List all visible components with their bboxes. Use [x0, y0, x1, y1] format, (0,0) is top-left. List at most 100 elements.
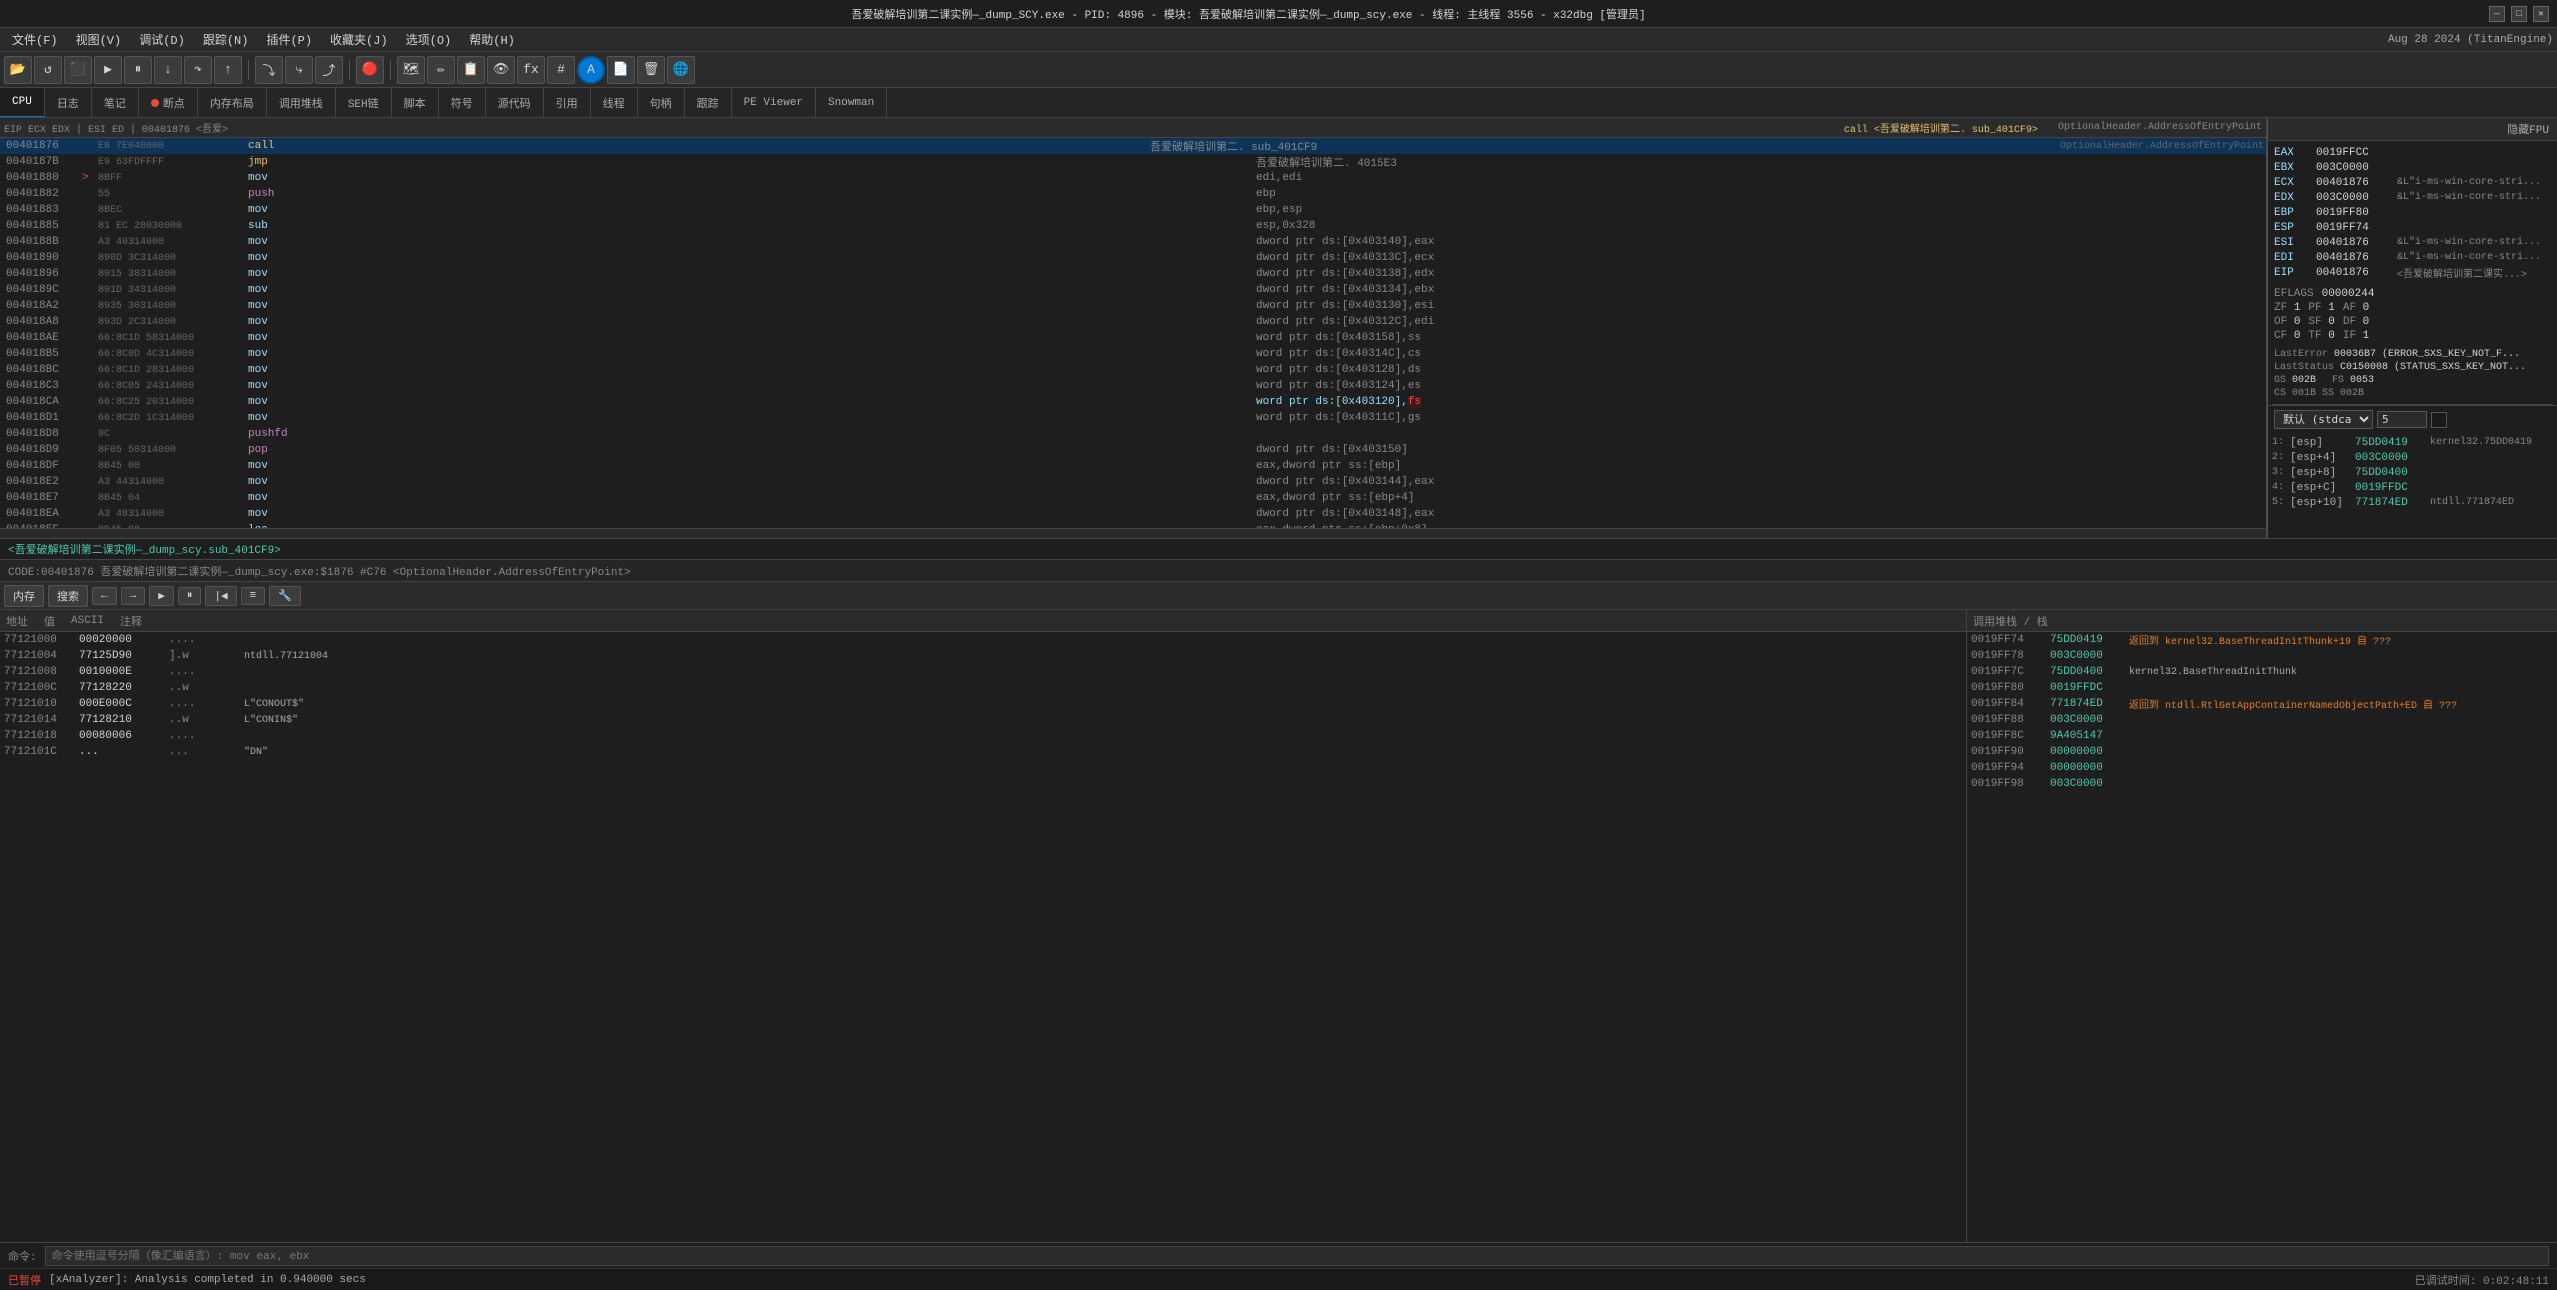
menu-help[interactable]: 帮助(H) [461, 29, 523, 50]
tab-cpu[interactable]: CPU [0, 88, 45, 118]
disasm-row[interactable]: 004018A2 8935 30314000 mov dword ptr ds:… [0, 298, 2266, 314]
stack-color-picker[interactable] [2431, 412, 2447, 428]
flag-sf[interactable]: SF 0 [2308, 316, 2334, 328]
menu-debug[interactable]: 调试(D) [131, 29, 193, 50]
flag-pf[interactable]: PF 1 [2308, 302, 2334, 314]
tab-ref[interactable]: 引用 [544, 88, 591, 118]
tool-hash[interactable]: # [547, 56, 575, 84]
disasm-row[interactable]: 0040188B A3 40314000 mov dword ptr ds:[0… [0, 234, 2266, 250]
disasm-row[interactable]: 004018C3 66:8C05 24314000 mov word ptr d… [0, 378, 2266, 394]
disasm-row[interactable]: 004018D1 66:8C2D 1C314000 mov word ptr d… [0, 410, 2266, 426]
disasm-row[interactable]: 0040187B E9 63FDFFFF jmp 吾爱破解培训第二. 4015E… [0, 154, 2266, 170]
menu-plugin[interactable]: 插件(P) [258, 29, 320, 50]
disasm-row[interactable]: 00401883 8BEC mov ebp,esp [0, 202, 2266, 218]
memory-row[interactable]: 77121018 00080006 .... [0, 728, 1966, 744]
flag-zf[interactable]: ZF 1 [2274, 302, 2300, 314]
tab-log[interactable]: 日志 [45, 88, 92, 118]
stack-type-select[interactable]: 默认 (stdca [2274, 410, 2373, 429]
stack-panel-row[interactable]: 0019FF98 003C0000 [1967, 776, 2557, 792]
tool-restart[interactable]: ↺ [34, 56, 62, 84]
menu-fav[interactable]: 收藏夹(J) [322, 29, 396, 50]
mem-tool-2[interactable]: 搜索 [48, 585, 88, 607]
disasm-row[interactable]: 004018D9 8F05 50314000 pop dword ptr ds:… [0, 442, 2266, 458]
disasm-row[interactable]: 004018A8 893D 2C314000 mov dword ptr ds:… [0, 314, 2266, 330]
disasm-row[interactable]: 004018DF 8B45 00 mov eax,dword ptr ss:[e… [0, 458, 2266, 474]
stack-val[interactable]: 75DD0419 [2355, 437, 2430, 449]
disasm-row[interactable]: 004018E2 A3 44314000 mov dword ptr ds:[0… [0, 474, 2266, 490]
stack-panel-row[interactable]: 0019FF90 00000000 [1967, 744, 2557, 760]
stack-panel-row[interactable]: 0019FF7C 75DD0400 kernel32.BaseThreadIni… [1967, 664, 2557, 680]
tab-seh[interactable]: SEH链 [336, 88, 392, 118]
tool-close[interactable]: ⬛ [64, 56, 92, 84]
tool-animate-into[interactable]: ⤵ [255, 56, 283, 84]
tab-script[interactable]: 脚本 [392, 88, 439, 118]
minimize-button[interactable]: — [2489, 6, 2505, 22]
mem-tool-5[interactable]: ▶ [149, 586, 174, 606]
flag-af[interactable]: AF 0 [2343, 302, 2369, 314]
stack-panel-row[interactable]: 0019FF94 00000000 [1967, 760, 2557, 776]
mem-tool-7[interactable]: |◀ [205, 586, 236, 606]
stack-count-input[interactable] [2377, 411, 2427, 428]
tab-src[interactable]: 源代码 [486, 88, 544, 118]
reg-value[interactable]: 003C0000 [2316, 162, 2391, 174]
tab-sym[interactable]: 符号 [439, 88, 486, 118]
memory-row[interactable]: 77121010 000E000C .... L"CONOUT$" [0, 696, 1966, 712]
tool-mem-map[interactable]: 🗺 [397, 56, 425, 84]
reg-value[interactable]: 00401876 [2316, 237, 2391, 249]
menu-view[interactable]: 视图(V) [68, 29, 130, 50]
disasm-content[interactable]: 00401876 E8 7E040000 call 吾爱破解培训第二. sub_… [0, 138, 2266, 528]
reg-value[interactable]: 0019FFCC [2316, 147, 2391, 159]
tool-bp[interactable]: 🔴 [356, 56, 384, 84]
eflags-value[interactable]: 00000244 [2322, 288, 2375, 300]
disasm-row[interactable]: 00401885 81 EC 28030000 sub esp,0x328 [0, 218, 2266, 234]
memory-row[interactable]: 7712101C ... ... "DN" [0, 744, 1966, 760]
memory-row[interactable]: 77121004 77125D90 ].w ntdll.77121004 [0, 648, 1966, 664]
memory-content[interactable]: 77121000 00020000 .... 77121004 77125D90… [0, 632, 1966, 1242]
command-input[interactable] [45, 1246, 2549, 1266]
tool-animate-over[interactable]: ⤷ [285, 56, 313, 84]
reg-value[interactable]: 003C0000 [2316, 192, 2391, 204]
tool-cpu[interactable]: A [577, 56, 605, 84]
stack-panel-row[interactable]: 0019FF88 003C0000 [1967, 712, 2557, 728]
tool-animate-out[interactable]: ⤴ [315, 56, 343, 84]
tool-about[interactable]: 🌐 [667, 56, 695, 84]
stack-val[interactable]: 0019FFDC [2355, 482, 2430, 494]
reg-value[interactable]: 0019FF74 [2316, 222, 2391, 234]
stack-val[interactable]: 003C0000 [2355, 452, 2430, 464]
mem-tool-8[interactable]: ≡ [241, 587, 266, 605]
disasm-row[interactable]: 00401876 E8 7E040000 call 吾爱破解培训第二. sub_… [0, 138, 2266, 154]
tab-mem[interactable]: 内存布局 [198, 88, 267, 118]
disasm-row[interactable]: 004018D8 9C pushfd [0, 426, 2266, 442]
reg-value[interactable]: 00401876 [2316, 252, 2391, 264]
reg-value[interactable]: 00401876 [2316, 177, 2391, 189]
disasm-scrollbar-h[interactable] [0, 528, 2266, 538]
mem-tool-4[interactable]: → [121, 587, 146, 605]
disasm-row[interactable]: 00401896 8915 38314000 mov dword ptr ds:… [0, 266, 2266, 282]
menu-options[interactable]: 选项(O) [398, 29, 460, 50]
tool-run[interactable]: ▶ [94, 56, 122, 84]
tool-step-over[interactable]: ↷ [184, 56, 212, 84]
stack-panel-row[interactable]: 0019FF80 0019FFDC [1967, 680, 2557, 696]
mem-tool-3[interactable]: ← [92, 587, 117, 605]
disasm-row[interactable]: 004018B5 66:8C0D 4C314000 mov word ptr d… [0, 346, 2266, 362]
stack-val[interactable]: 75DD0400 [2355, 467, 2430, 479]
memory-row[interactable]: 77121014 77128210 ..w L"CONIN$" [0, 712, 1966, 728]
tool-step-out[interactable]: ↑ [214, 56, 242, 84]
stack-panel-row[interactable]: 0019FF84 771874ED 返回到 ntdll.RtlGetAppCon… [1967, 696, 2557, 712]
memory-row[interactable]: 77121008 0010000E .... [0, 664, 1966, 680]
flag-cf[interactable]: CF 0 [2274, 330, 2300, 342]
disasm-row[interactable]: 0040189C 891D 34314000 mov dword ptr ds:… [0, 282, 2266, 298]
stack-val[interactable]: 771874ED [2355, 497, 2430, 509]
flag-tf[interactable]: TF 0 [2308, 330, 2334, 342]
stack-panel-row[interactable]: 0019FF8C 9A405147 [1967, 728, 2557, 744]
tab-callstack[interactable]: 调用堆栈 [267, 88, 336, 118]
stack-panel-row[interactable]: 0019FF78 003C0000 [1967, 648, 2557, 664]
tool-str[interactable]: 📄 [607, 56, 635, 84]
disasm-row[interactable]: 004018BC 66:8C1D 28314000 mov word ptr d… [0, 362, 2266, 378]
mem-tool-1[interactable]: 内存 [4, 585, 44, 607]
tool-step-into[interactable]: ↓ [154, 56, 182, 84]
disasm-row[interactable]: 00401880 > 8BFF mov edi,edi [0, 170, 2266, 186]
disasm-row[interactable]: 00401882 55 push ebp [0, 186, 2266, 202]
stack-panel-row[interactable]: 0019FF74 75DD0419 返回到 kernel32.BaseThrea… [1967, 632, 2557, 648]
close-button[interactable]: ✕ [2533, 6, 2549, 22]
